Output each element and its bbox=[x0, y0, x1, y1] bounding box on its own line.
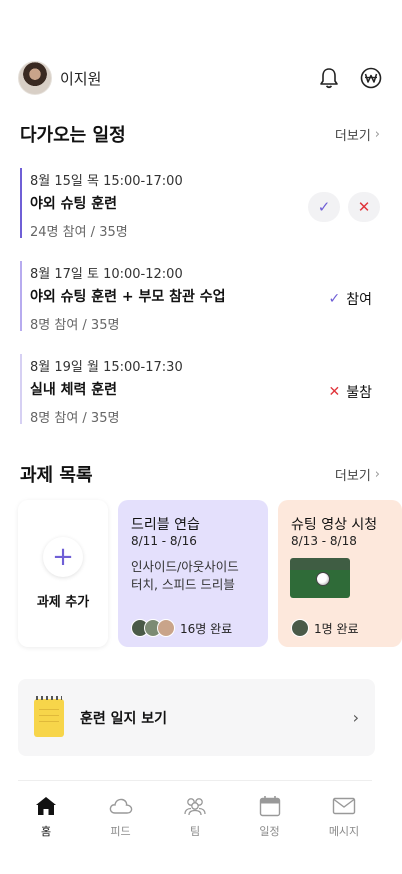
check-icon: ✓ bbox=[317, 198, 331, 216]
task-description: 인사이드/아웃사이드 터치, 스피드 드리블 bbox=[131, 558, 239, 594]
avatar bbox=[291, 619, 309, 637]
task-date: 8/13 - 8/18 bbox=[291, 534, 357, 548]
calendar-icon bbox=[259, 795, 281, 817]
more-label: 더보기 bbox=[334, 128, 371, 144]
task-completion: 1명 완료 bbox=[291, 619, 359, 637]
nav-schedule[interactable]: 일정 bbox=[246, 795, 294, 839]
more-label: 더보기 bbox=[334, 468, 371, 484]
task-title: 드리블 연습 bbox=[131, 517, 200, 533]
nav-team[interactable]: 팀 bbox=[171, 795, 219, 839]
bottom-nav: 홈 피드 팀 일정 메시지 bbox=[18, 780, 372, 839]
rsvp-status-label: 불참 bbox=[346, 385, 372, 401]
nav-label: 팀 bbox=[189, 825, 201, 838]
cloud-icon bbox=[109, 795, 133, 817]
nav-home[interactable]: 홈 bbox=[22, 795, 70, 839]
add-task-label: 과제 추가 bbox=[36, 595, 90, 610]
app-header: 이지원 bbox=[18, 60, 382, 96]
nav-feed[interactable]: 피드 bbox=[97, 795, 145, 839]
rsvp-buttons: ✓ ✕ bbox=[308, 192, 380, 222]
chevron-right-icon: › bbox=[374, 126, 380, 142]
schedule-title: 야외 슈팅 훈련 bbox=[30, 196, 118, 212]
schedule-date: 8월 19일 월 15:00-17:30 bbox=[30, 360, 183, 375]
schedule-title: 야외 슈팅 훈련 + 부모 참관 수업 bbox=[30, 289, 226, 305]
task-date: 8/11 - 8/16 bbox=[131, 534, 197, 548]
nav-label: 피드 bbox=[110, 825, 131, 838]
schedule-item[interactable]: 8월 15일 목 15:00-17:00 야외 슈팅 훈련 24명 참여 / 3… bbox=[20, 168, 380, 240]
rsvp-status[interactable]: ✓ 참여 bbox=[329, 289, 373, 309]
nav-label: 메시지 bbox=[328, 825, 360, 838]
tasks-title: 과제 목록 bbox=[20, 465, 93, 486]
schedule-bar bbox=[20, 168, 22, 238]
journal-label: 훈련 일지 보기 bbox=[80, 710, 168, 727]
rsvp-status[interactable]: ✕ 불참 bbox=[329, 382, 373, 402]
nav-label: 홈 bbox=[40, 825, 52, 838]
completion-count: 1명 완료 bbox=[314, 621, 359, 636]
schedule-date: 8월 17일 토 10:00-12:00 bbox=[30, 267, 183, 282]
profile-avatar[interactable] bbox=[18, 61, 52, 95]
schedule-bar bbox=[20, 354, 22, 424]
tasks-header: 과제 목록 더보기 › bbox=[20, 461, 380, 487]
chevron-right-icon: › bbox=[374, 466, 380, 482]
won-icon[interactable] bbox=[360, 67, 382, 89]
schedule-title: 실내 체력 훈련 bbox=[30, 382, 118, 398]
chevron-right-icon: › bbox=[352, 708, 359, 727]
schedule-bar bbox=[20, 261, 22, 331]
completion-count: 16명 완료 bbox=[180, 621, 233, 636]
task-title: 슈팅 영상 시청 bbox=[291, 517, 378, 533]
task-description-line: 터치, 스피드 드리블 bbox=[131, 577, 235, 592]
x-icon: ✕ bbox=[328, 384, 341, 400]
nav-label: 일정 bbox=[259, 825, 280, 838]
check-icon: ✓ bbox=[328, 291, 341, 307]
schedule-count: 24명 참여 / 35명 bbox=[30, 225, 128, 240]
soccer-ball-image bbox=[316, 572, 330, 586]
upcoming-header: 다가오는 일정 더보기 › bbox=[20, 121, 380, 147]
task-card[interactable]: 드리블 연습 8/11 - 8/16 인사이드/아웃사이드 터치, 스피드 드리… bbox=[118, 500, 268, 647]
video-thumbnail[interactable] bbox=[290, 558, 350, 598]
rsvp-status-label: 참여 bbox=[346, 292, 372, 308]
schedule-count: 8명 참여 / 35명 bbox=[30, 318, 120, 333]
task-description-line: 인사이드/아웃사이드 bbox=[131, 559, 239, 574]
task-card[interactable]: 슈팅 영상 시청 8/13 - 8/18 1명 완료 bbox=[278, 500, 402, 647]
task-completion: 16명 완료 bbox=[131, 619, 232, 637]
add-task-button[interactable]: + 과제 추가 bbox=[18, 500, 108, 647]
tasks-more-link[interactable]: 더보기 › bbox=[335, 465, 380, 484]
training-journal-button[interactable]: 훈련 일지 보기 › bbox=[18, 679, 375, 756]
plus-icon: + bbox=[43, 537, 83, 577]
notepad-icon bbox=[34, 695, 64, 737]
bell-icon[interactable] bbox=[318, 67, 340, 89]
upcoming-title: 다가오는 일정 bbox=[20, 125, 126, 146]
schedule-item[interactable]: 8월 19일 월 15:00-17:30 실내 체력 훈련 8명 참여 / 35… bbox=[20, 354, 380, 426]
schedule-date: 8월 15일 목 15:00-17:00 bbox=[30, 174, 183, 189]
username: 이지원 bbox=[60, 69, 102, 88]
upcoming-more-link[interactable]: 더보기 › bbox=[335, 125, 380, 144]
task-carousel[interactable]: + 과제 추가 드리블 연습 8/11 - 8/16 인사이드/아웃사이드 터치… bbox=[18, 500, 402, 648]
accept-button[interactable]: ✓ bbox=[308, 192, 340, 222]
schedule-count: 8명 참여 / 35명 bbox=[30, 411, 120, 426]
x-icon: ✕ bbox=[357, 198, 371, 216]
home-icon bbox=[35, 795, 57, 817]
header-actions bbox=[318, 67, 382, 89]
team-icon bbox=[183, 795, 207, 817]
schedule-item[interactable]: 8월 17일 토 10:00-12:00 야외 슈팅 훈련 + 부모 참관 수업… bbox=[20, 261, 380, 333]
mail-icon bbox=[332, 795, 356, 817]
nav-messages[interactable]: 메시지 bbox=[320, 795, 368, 839]
decline-button[interactable]: ✕ bbox=[348, 192, 380, 222]
avatar bbox=[157, 619, 175, 637]
